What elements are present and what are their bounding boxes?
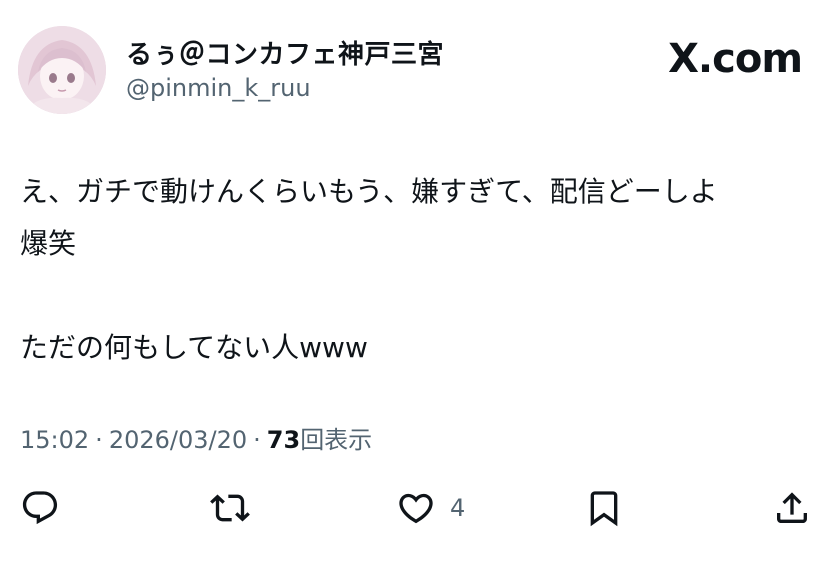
tweet-line: え、ガチで動けんくらいもう、嫌すぎて、配信どーしよ — [20, 175, 718, 208]
tweet-text: え、ガチで動けんくらいもう、嫌すぎて、配信どーしよ 爆笑 ただの何もしてない人w… — [20, 166, 830, 374]
tweet-date[interactable]: 2026/03/20 — [109, 426, 247, 454]
like-button[interactable]: 4 — [396, 486, 465, 530]
reply-icon — [22, 491, 58, 525]
like-count: 4 — [450, 494, 466, 522]
action-bar: 4 — [0, 486, 840, 530]
brand-logo: X.com — [668, 36, 803, 82]
author-handle[interactable]: @pinmin_k_ruu — [126, 74, 311, 102]
share-icon — [777, 492, 807, 523]
separator: · — [253, 426, 261, 454]
views-count: 73 — [266, 426, 301, 454]
tweet-line: 爆笑 — [20, 227, 77, 260]
heart-icon — [399, 493, 433, 524]
separator: · — [95, 426, 103, 454]
tweet-line: ただの何もしてない人www — [20, 331, 368, 364]
views-label: 回表示 — [300, 426, 373, 454]
tweet-time[interactable]: 15:02 — [20, 426, 89, 454]
bookmark-icon — [590, 491, 618, 527]
avatar[interactable] — [18, 26, 106, 114]
share-button[interactable] — [772, 486, 812, 530]
tweet-meta: 15:02 · 2026/03/20 · 73回表示 — [20, 420, 372, 455]
bookmark-button[interactable] — [584, 486, 624, 530]
avatar-illustration — [18, 26, 106, 114]
repost-icon — [210, 494, 250, 522]
tweet-line — [20, 270, 830, 322]
author-display-name[interactable]: るぅ＠コンカフェ神戸三宮 — [126, 34, 444, 71]
repost-button[interactable] — [210, 486, 250, 530]
reply-button[interactable] — [20, 486, 60, 530]
